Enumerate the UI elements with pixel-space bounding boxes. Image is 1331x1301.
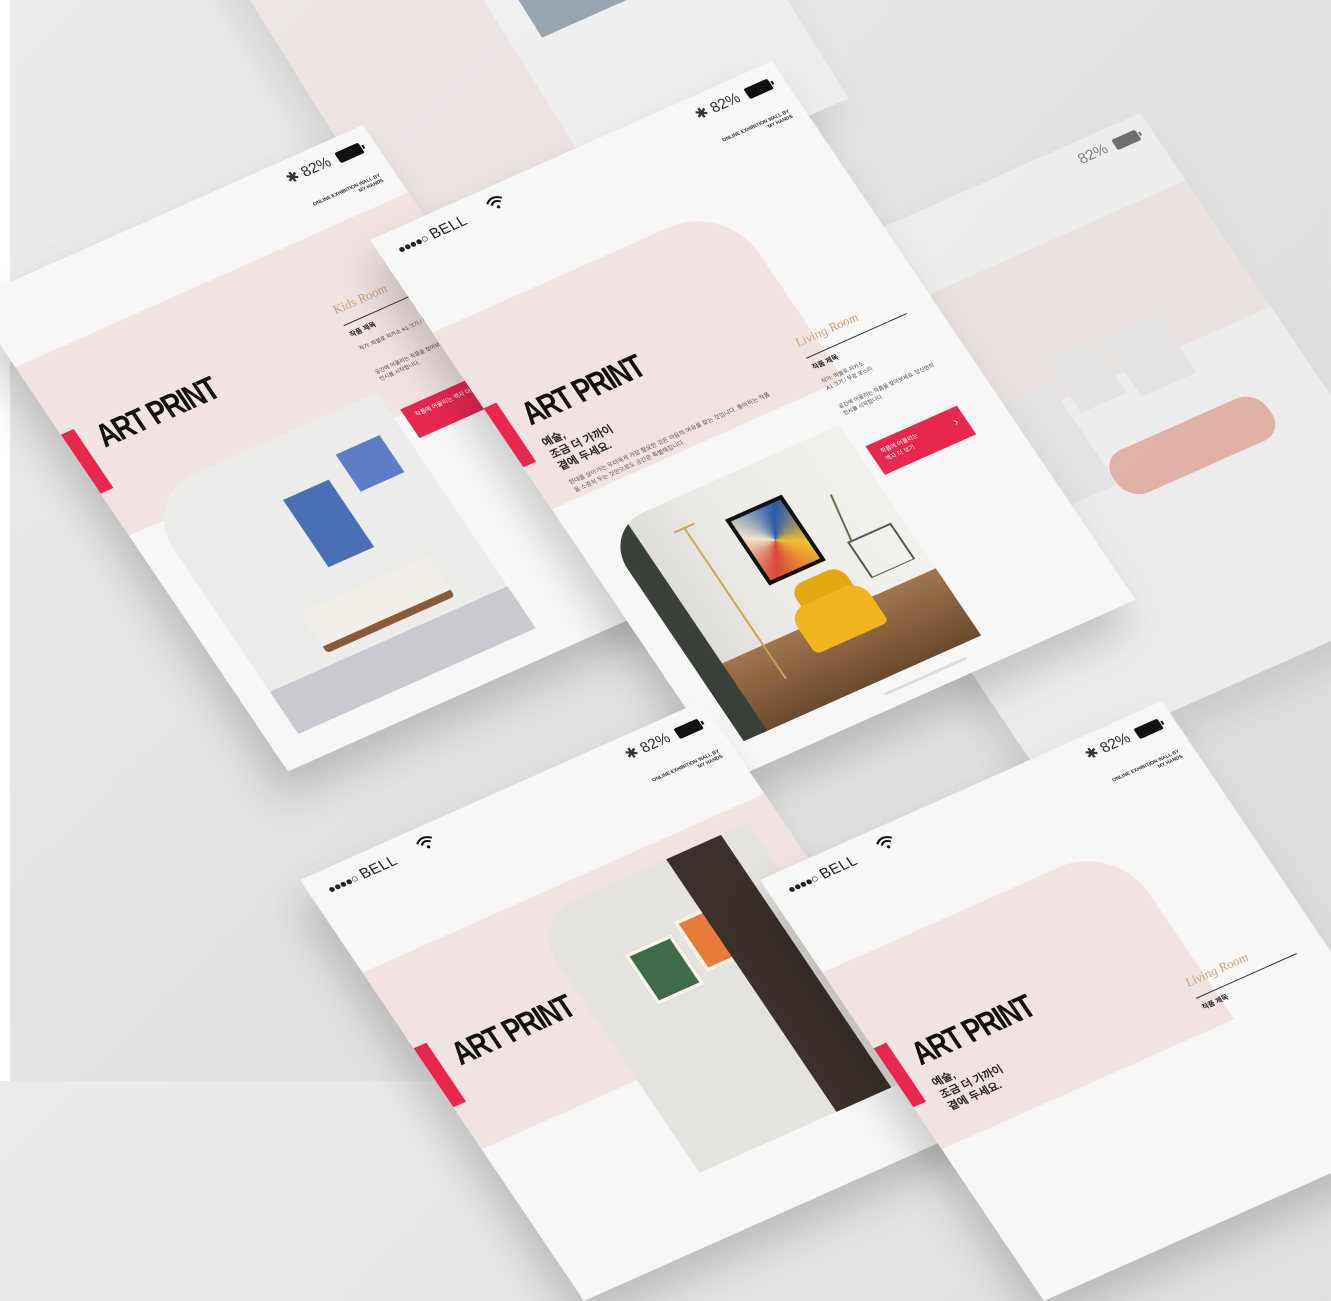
painting [283, 479, 375, 568]
battery-text: 82% [706, 89, 744, 117]
cta-button[interactable]: 작품에 어울리는 액자 더 보기 › [865, 405, 977, 475]
battery-text: 82% [1074, 140, 1112, 168]
status-right: 82% [1074, 127, 1142, 167]
battery-icon [673, 718, 704, 740]
signal-dots: ●●●●○ [784, 871, 821, 897]
carrier-name: BELL [356, 852, 402, 883]
carrier-name: BELL [816, 852, 862, 883]
battery-icon [334, 142, 365, 164]
page-edge [0, 0, 10, 1081]
signal-dots: ●●●●○ [394, 231, 431, 257]
sofa [1100, 389, 1285, 502]
painting [335, 435, 405, 492]
cta-label: 작품에 어울리는 액자 더 보기 [879, 433, 920, 463]
carrier: ●●●●○ BELL [323, 852, 401, 897]
status-right: ✱ 82% [621, 715, 705, 763]
battery-text: 82% [297, 153, 335, 181]
carrier-name: BELL [426, 212, 472, 243]
wifi-icon [486, 196, 503, 209]
phone-bottom-right: ●●●●○ BELL ✱ 82% ONLINE EXHIBITION WALL … [760, 701, 1331, 1301]
arrow-right-icon: › [949, 414, 962, 429]
battery-icon [1133, 718, 1164, 740]
battery-text: 82% [1096, 729, 1134, 757]
signal-dots: ●●●●○ [324, 871, 361, 897]
battery-icon [743, 78, 774, 100]
battery-icon [1111, 129, 1142, 151]
room-photo [601, 425, 982, 742]
wifi-icon [876, 836, 893, 849]
status-right: ✱ 82% [282, 139, 366, 187]
battery-text: 82% [636, 729, 674, 757]
wifi-icon [416, 836, 433, 849]
artwork-image [499, 0, 652, 38]
